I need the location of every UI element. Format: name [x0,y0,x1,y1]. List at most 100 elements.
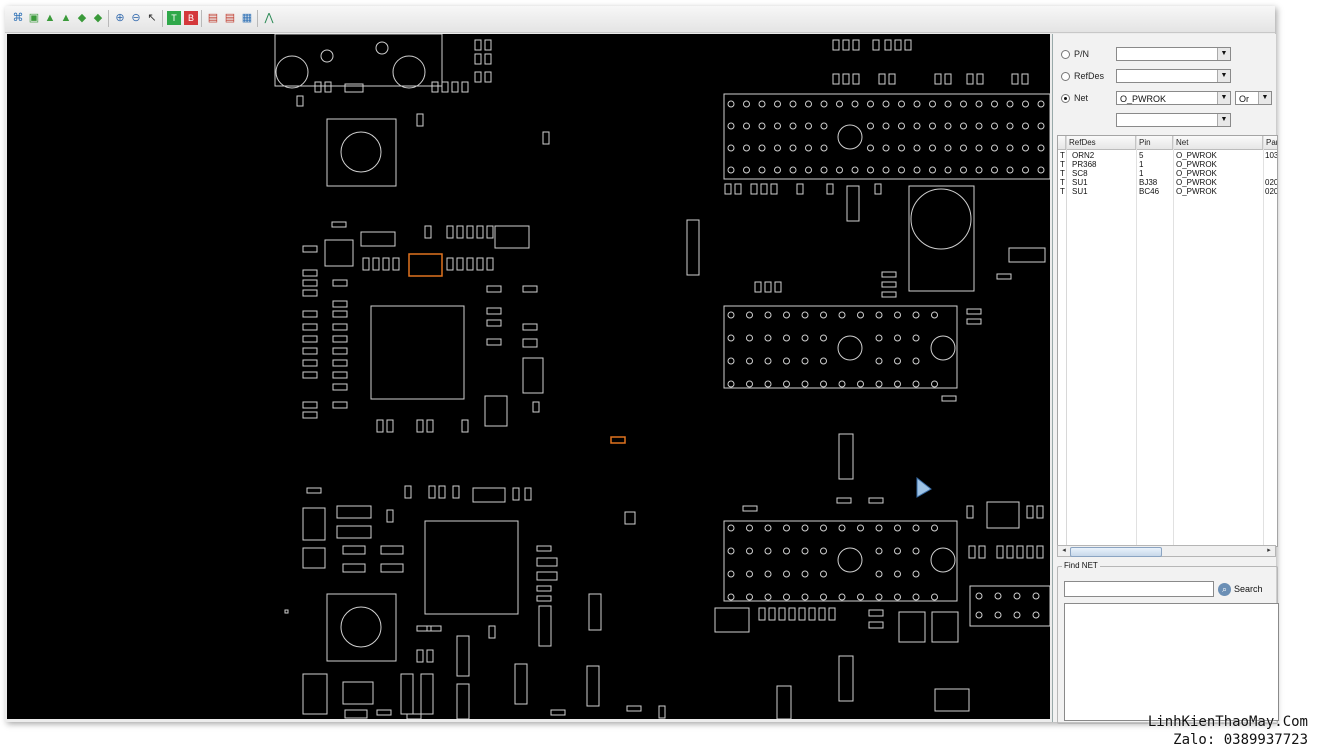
toolbar-separator [162,10,163,27]
zoom-in-icon[interactable]: ⊕ [113,11,127,25]
table-row[interactable]: T SU1 BJ38 O_PWROK 020 [1058,178,1277,187]
connector-pin [764,311,772,319]
grid-cell-refdes: SU1 [1072,178,1088,187]
operator-combo[interactable]: Or ▼ [1235,91,1272,105]
smd-component [536,571,558,581]
pointer-icon[interactable]: ↖ [145,11,159,25]
smd-component [846,185,860,222]
pn-combo[interactable]: ▼ [1116,47,1231,61]
smd-component [332,383,348,391]
radio-net-button[interactable] [1061,94,1070,104]
search-button[interactable]: ⌕ Search [1218,580,1276,598]
mount-hole [930,335,956,361]
smd-component [522,323,538,331]
smd-component [302,269,318,277]
connector-pin [801,334,809,342]
connector-pin [727,122,735,130]
connector-pin [931,311,938,319]
smd-component [522,338,538,348]
smd-component [996,545,1004,559]
smd-component [376,709,392,716]
chevron-down-icon[interactable]: ▼ [1217,48,1230,60]
smd-component [362,257,370,271]
smd-component [538,605,552,647]
connector-pin [801,311,809,319]
grid-header-part[interactable]: Par [1263,136,1277,149]
show-pins-icon[interactable]: ▤ [223,11,237,25]
table-row[interactable]: T SU1 BC46 O_PWROK 020 [1058,187,1277,196]
flip-bottom-icon[interactable]: ▲ [59,11,73,25]
smd-component [624,511,636,525]
scroll-right-icon[interactable]: ▸ [1264,546,1274,556]
radio-net[interactable]: Net [1061,90,1088,106]
connector-pin [746,593,753,601]
mount-hole [837,335,863,361]
smd-component [658,705,666,719]
connector-pin [820,547,827,555]
smd-component [342,681,374,705]
smd-component [452,485,460,499]
smd-component [382,257,390,271]
grid-cell-refdes: SU1 [1072,187,1088,196]
table-row[interactable]: T ORN2 5 O_PWROK 103 [1058,151,1277,160]
zoom-out-icon[interactable]: ⊖ [129,11,143,25]
horizontal-scrollbar[interactable]: ◂ ▸ [1057,545,1276,557]
scroll-left-icon[interactable]: ◂ [1059,546,1069,556]
via [320,49,334,63]
smd-component [522,357,544,394]
chevron-down-icon[interactable]: ▼ [1258,92,1271,104]
flip-top-icon[interactable]: ▲ [43,11,57,25]
grid-header-net[interactable]: Net [1173,136,1263,149]
grid-cell-part: 020 [1265,178,1278,187]
fit-icon[interactable]: ⌘ [11,11,25,25]
top-layer-icon[interactable]: T [167,11,181,25]
smd-component [486,319,502,327]
connector-pin [867,166,874,174]
net-combo[interactable]: O_PWROK ▼ [1116,91,1231,105]
rotate-right-icon[interactable]: ◆ [91,11,105,25]
chevron-down-icon[interactable]: ▼ [1217,92,1230,104]
connector-pin [801,593,809,601]
grid-divider [1066,136,1067,546]
bottom-layer-icon[interactable]: B [184,11,198,25]
chevron-down-icon[interactable]: ▼ [1217,114,1230,126]
save-icon[interactable]: ▦ [240,11,254,25]
find-net-input[interactable] [1064,581,1214,597]
pcb-board-drawing[interactable] [7,34,1050,719]
rotate-left-icon[interactable]: ◆ [75,11,89,25]
radio-pn-button[interactable] [1061,50,1070,60]
smd-component [524,487,532,501]
connector-pin [1006,166,1014,174]
find-net-results[interactable] [1064,603,1279,721]
results-grid[interactable]: RefDes Pin Net Par T ORN2 5 O_PWROK 103 T PR36… [1057,135,1278,547]
scroll-thumb[interactable] [1070,547,1162,557]
smd-component [1026,505,1034,519]
select-icon[interactable]: ▣ [27,11,41,25]
grid-header-refdes[interactable]: RefDes [1066,136,1136,149]
connector-pin [944,122,952,130]
extra-combo[interactable]: ▼ [1116,113,1231,127]
radio-pn[interactable]: P/N [1061,46,1089,62]
refdes-combo[interactable]: ▼ [1116,69,1231,83]
chevron-down-icon[interactable]: ▼ [1217,70,1230,82]
smd-component [486,285,502,293]
table-row[interactable]: T PR368 1 O_PWROK [1058,160,1277,169]
table-row[interactable]: T SC8 1 O_PWROK [1058,169,1277,178]
smd-component [332,359,348,367]
connector-pin [960,100,967,108]
pcb-canvas[interactable] [7,34,1050,719]
grid-header-pin[interactable]: Pin [1136,136,1173,149]
radio-refdes-button[interactable] [1061,72,1070,82]
smd-component [486,338,502,346]
grid-cell-side: T [1060,169,1065,178]
connector-pin [774,100,781,108]
smd-component [456,683,470,719]
connector-pin [805,100,812,108]
net-highlight-icon[interactable]: ⋀ [262,11,276,25]
connector-pin [764,570,772,578]
smd-component [332,371,348,379]
show-parts-icon[interactable]: ▤ [206,11,220,25]
connector-pin [857,311,864,319]
connector-pin [820,122,828,130]
radio-refdes[interactable]: RefDes [1061,68,1104,84]
